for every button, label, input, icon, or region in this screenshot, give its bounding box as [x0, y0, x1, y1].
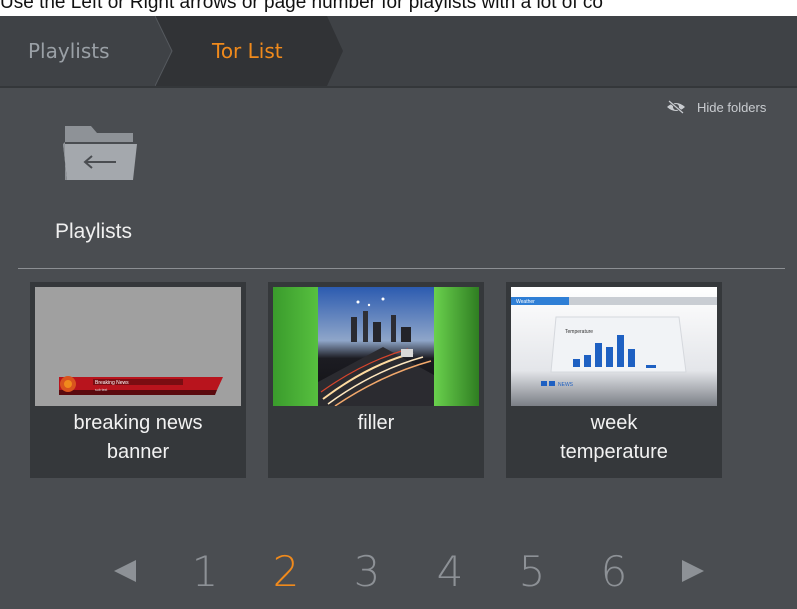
hide-folders-label: Hide folders — [697, 99, 767, 115]
breadcrumb-label: Tor List — [212, 39, 283, 63]
page-2[interactable]: 2 — [266, 540, 306, 602]
header-divider — [0, 86, 797, 88]
card-title-line1: breaking news — [73, 412, 203, 434]
folder-label: Playlists — [55, 220, 133, 243]
card-title: week temperature — [506, 409, 722, 467]
breadcrumb: Playlists Tor List — [0, 16, 797, 86]
card-thumbnail — [273, 287, 479, 406]
card-title: breaking news banner — [30, 409, 246, 467]
playlist-card-breaking-news[interactable]: Breaking News sub text breaking news ban… — [30, 282, 246, 478]
card-title-line2: temperature — [560, 441, 668, 463]
thumb-subtext: sub text — [95, 388, 107, 392]
card-title-line1: week — [590, 412, 638, 434]
page-4[interactable]: 4 — [430, 540, 470, 602]
next-page-arrow-icon[interactable] — [680, 558, 708, 584]
page-6[interactable]: 6 — [594, 540, 634, 602]
card-title: filler — [268, 409, 484, 438]
breadcrumb-item-tor-list[interactable]: Tor List — [212, 16, 283, 86]
card-thumbnail: Weather Temperature NEWS — [511, 287, 717, 406]
playlist-card-filler[interactable]: filler — [268, 282, 484, 478]
folder-back-button[interactable] — [55, 118, 145, 192]
thumb-logo-text: NEWS — [558, 382, 574, 388]
hide-folders-toggle[interactable]: Hide folders — [665, 97, 766, 117]
eye-slash-icon — [667, 100, 685, 114]
card-title-line2: banner — [106, 441, 170, 463]
pagination: 1 2 3 4 5 6 — [0, 540, 797, 602]
section-divider — [18, 268, 785, 269]
folder-back-icon — [63, 126, 137, 180]
card-title-line1: filler — [357, 412, 395, 434]
breadcrumb-label: Playlists — [28, 39, 110, 63]
caption-text: Use the Left or Right arrows or page num… — [0, 0, 603, 13]
previous-page-arrow-icon[interactable] — [110, 558, 138, 584]
page-3[interactable]: 3 — [347, 540, 387, 602]
thumb-text: Weather — [516, 299, 535, 305]
playlist-card-week-temperature[interactable]: Weather Temperature NEWS week temperatur… — [506, 282, 722, 478]
page-5[interactable]: 5 — [512, 540, 552, 602]
page-1[interactable]: 1 — [185, 540, 225, 602]
card-thumbnail: Breaking News sub text — [35, 287, 241, 406]
breadcrumb-item-playlists[interactable]: Playlists — [28, 16, 110, 86]
thumb-subtext: Temperature — [565, 329, 593, 335]
thumb-text: Breaking News — [95, 380, 129, 386]
